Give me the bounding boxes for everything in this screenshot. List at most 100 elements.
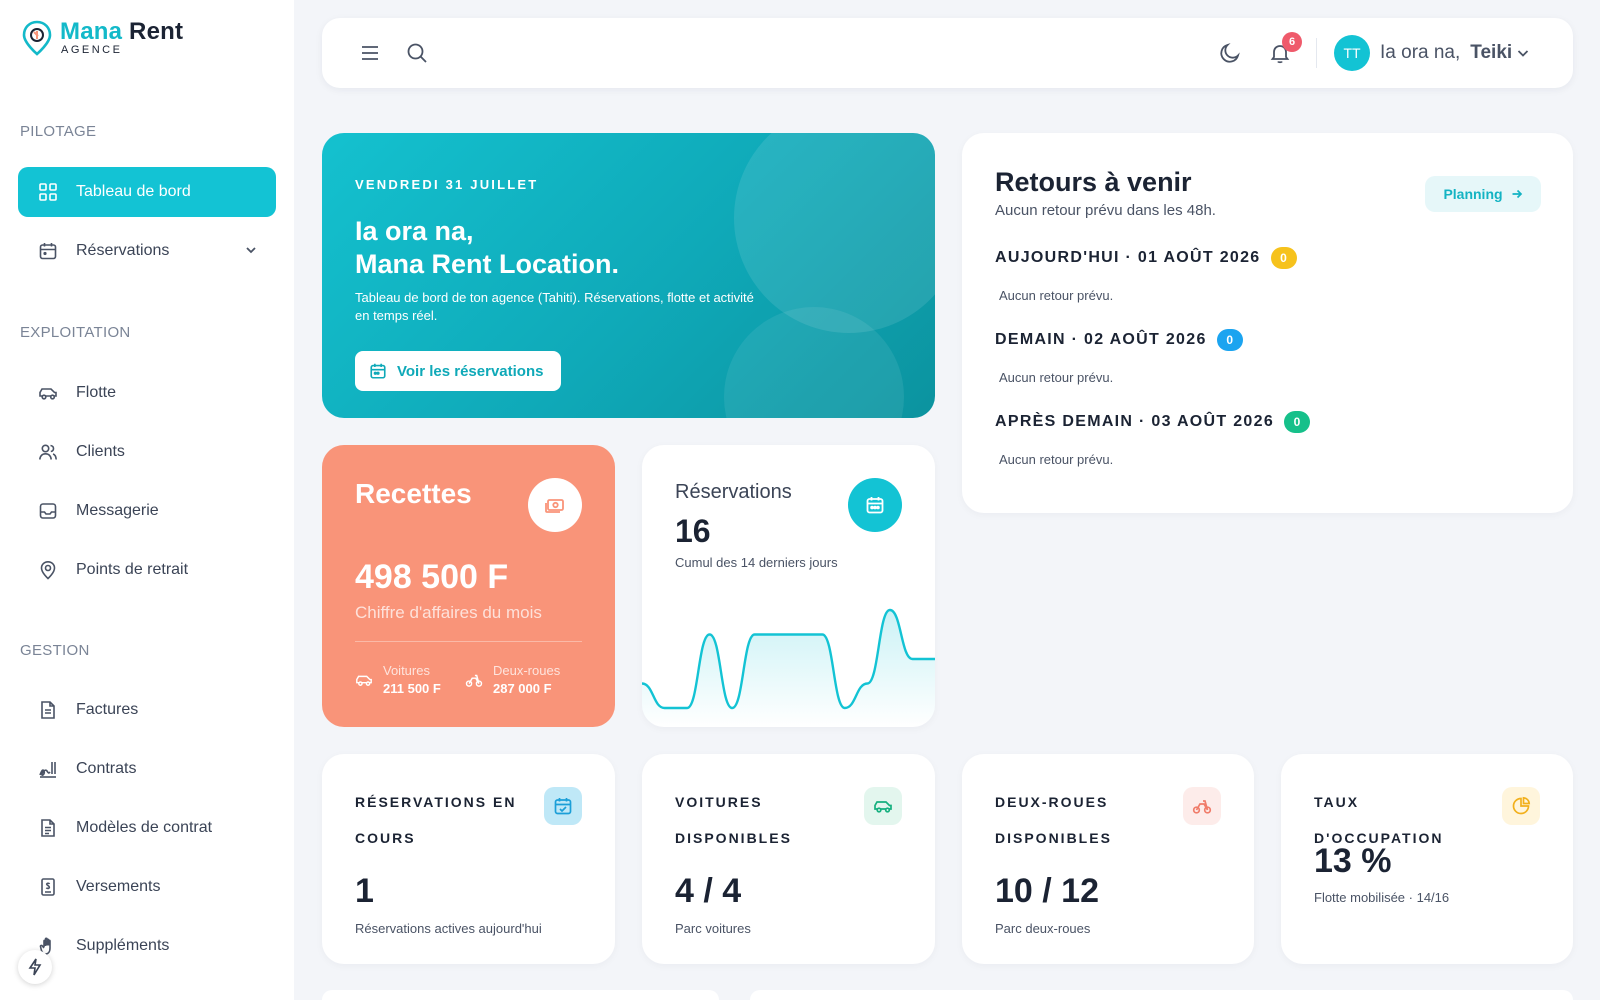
- map-pin-icon: [40, 560, 56, 580]
- hero-title-line2: Mana Rent Location.: [355, 249, 620, 279]
- returns-day-label: APRÈS DEMAIN · 03 AOÛT 2026: [995, 413, 1275, 430]
- stat-value: 13 %: [1314, 842, 1392, 880]
- sidebar-item-versements[interactable]: Versements: [18, 862, 276, 912]
- user-name: Teiki: [1470, 42, 1513, 63]
- section-title-pilotage: PILOTAGE: [20, 123, 97, 140]
- hero-description: Tableau de bord de ton agence (Tahiti). …: [355, 290, 754, 323]
- quick-action-button[interactable]: [18, 950, 52, 984]
- receipt-icon: [41, 878, 55, 896]
- view-reservations-button[interactable]: Voir les réservations: [355, 351, 562, 391]
- topbar-divider: [1316, 38, 1317, 68]
- topbar: 6 TT Ia ora na, Teiki: [322, 18, 1573, 88]
- sidebar-item-modeles-de-contrat[interactable]: Modèles de contrat: [18, 803, 276, 853]
- revenue-two-wheels-label: Deux-roues: [493, 663, 561, 678]
- invoice-icon: [41, 701, 55, 719]
- stat-value: 1: [355, 872, 374, 910]
- revenue-two-wheels: Deux-roues 287 000 F: [465, 663, 560, 696]
- menu-icon[interactable]: [358, 41, 382, 65]
- sidebar-item-label: Messagerie: [76, 502, 159, 519]
- returns-count-badge: 0: [1216, 329, 1243, 351]
- stat-label: DEUX-ROUES DISPONIBLES: [995, 794, 1112, 846]
- reservations-card: Réservations 16 Cumul des 14 derniers jo…: [642, 445, 935, 727]
- returns-day-after-tomorrow: APRÈS DEMAIN · 03 AOÛT 2026 0: [995, 411, 1311, 433]
- stat-icon-wrap: [1183, 787, 1221, 825]
- stat-icon-wrap: [864, 787, 902, 825]
- stat-subtitle: Réservations actives aujourd'hui: [355, 921, 542, 936]
- sidebar-item-label: Suppléments: [76, 937, 170, 954]
- returns-day-today: AUJOURD'HUI · 01 AOÛT 2026 0: [995, 247, 1297, 269]
- sidebar-item-contrats[interactable]: Contrats: [18, 744, 276, 794]
- returns-empty-text: Aucun retour prévu.: [999, 288, 1114, 303]
- signature-icon: [39, 762, 56, 778]
- returns-day-label: AUJOURD'HUI · 01 AOÛT 2026: [995, 249, 1261, 266]
- inbox-icon: [39, 503, 57, 519]
- notification-badge: 6: [1282, 32, 1302, 52]
- revenue-cars-value: 211 500 F: [383, 681, 441, 696]
- revenue-card: Recettes 498 500 F Chiffre d'affaires du…: [322, 445, 615, 727]
- stat-value: 10 / 12: [995, 872, 1099, 910]
- stat-label: RÉSERVATIONS EN COURS: [355, 794, 517, 846]
- sidebar-item-label: Réservations: [76, 242, 170, 259]
- stat-icon-wrap: [1502, 787, 1540, 825]
- returns-count-badge: 0: [1270, 247, 1297, 269]
- planning-label: Planning: [1443, 186, 1503, 202]
- section-title-gestion: GESTION: [20, 642, 90, 659]
- chevron-down-icon[interactable]: [244, 243, 258, 257]
- sidebar-item-label: Contrats: [76, 760, 137, 777]
- stat-label: VOITURES DISPONIBLES: [675, 794, 792, 846]
- chevron-down-icon: [1518, 50, 1529, 57]
- stat-subtitle: Flotte mobilisée · 14/16: [1314, 890, 1450, 905]
- stat-subtitle: Parc voitures: [675, 921, 751, 936]
- returns-count-badge: 0: [1284, 411, 1311, 433]
- sidebar-item-label: Points de retrait: [76, 561, 189, 578]
- revenue-cars: Voitures 211 500 F: [355, 663, 441, 696]
- search-icon[interactable]: [405, 41, 429, 65]
- stat-subtitle: Parc deux-roues: [995, 921, 1091, 936]
- sidebar-item-supplements[interactable]: Suppléments: [18, 921, 276, 971]
- car-icon: [874, 801, 892, 813]
- sidebar: Mana Rent AGENCE PILOTAGE Tableau de bor…: [0, 0, 294, 1000]
- planning-button[interactable]: Planning: [1425, 176, 1541, 212]
- sidebar-item-factures[interactable]: Factures: [18, 685, 276, 735]
- sidebar-item-reservations[interactable]: Réservations: [18, 226, 276, 276]
- user-menu[interactable]: TT Ia ora na, Teiki: [1334, 35, 1530, 71]
- stat-icon-wrap: [544, 787, 582, 825]
- calendar-check-icon: [554, 798, 572, 815]
- revenue-cars-label: Voitures: [383, 663, 430, 678]
- dashboard-icon: [39, 183, 57, 201]
- brand-subtitle: AGENCE: [61, 44, 123, 56]
- sidebar-item-messagerie[interactable]: Messagerie: [18, 486, 276, 536]
- document-icon: [41, 819, 55, 837]
- sidebar-item-label: Versements: [76, 878, 161, 895]
- revenue-divider: [355, 641, 582, 642]
- brand-logo[interactable]: Mana Rent AGENCE: [22, 20, 183, 56]
- sidebar-item-flotte[interactable]: Flotte: [18, 368, 276, 418]
- scooter-icon: [465, 674, 483, 687]
- returns-day-label: DEMAIN · 02 AOÛT 2026: [995, 331, 1207, 348]
- calendar-icon: [39, 243, 57, 260]
- stat-card-occupancy-rate: TAUX D'OCCUPATION 13 % Flotte mobilisée …: [1281, 754, 1573, 964]
- arrow-right-icon: [1512, 189, 1522, 199]
- calendar-icon: [370, 363, 386, 379]
- returns-title: Retours à venir: [995, 167, 1192, 197]
- sidebar-item-clients[interactable]: Clients: [18, 427, 276, 477]
- hero-date: VENDREDI 31 JUILLET: [355, 177, 539, 192]
- stat-card-available-cars: VOITURES DISPONIBLES 4 / 4 Parc voitures: [642, 754, 935, 964]
- upcoming-returns-card: Retours à venir Aucun retour prévu dans …: [962, 133, 1573, 513]
- sidebar-item-label: Clients: [76, 443, 125, 460]
- sidebar-item-tableau-de-bord[interactable]: Tableau de bord: [18, 167, 276, 217]
- avatar: TT: [1334, 35, 1370, 71]
- dark-mode-moon-icon[interactable]: [1218, 41, 1242, 65]
- sidebar-item-label: Flotte: [76, 384, 117, 401]
- pie-chart-icon: [1512, 796, 1531, 815]
- car-icon: [356, 675, 372, 686]
- stat-value: 4 / 4: [675, 872, 742, 910]
- revenue-amount: 498 500 F: [355, 558, 509, 596]
- sidebar-item-label: Modèles de contrat: [76, 819, 213, 836]
- decor-circle: [734, 133, 935, 333]
- bolt-icon: [28, 958, 42, 976]
- stat-card-active-reservations: RÉSERVATIONS EN COURS 1 Réservations act…: [322, 754, 615, 964]
- sidebar-item-points-de-retrait[interactable]: Points de retrait: [18, 545, 276, 595]
- users-icon: [39, 444, 57, 460]
- hero-title: Ia ora na, Mana Rent Location.: [355, 215, 619, 281]
